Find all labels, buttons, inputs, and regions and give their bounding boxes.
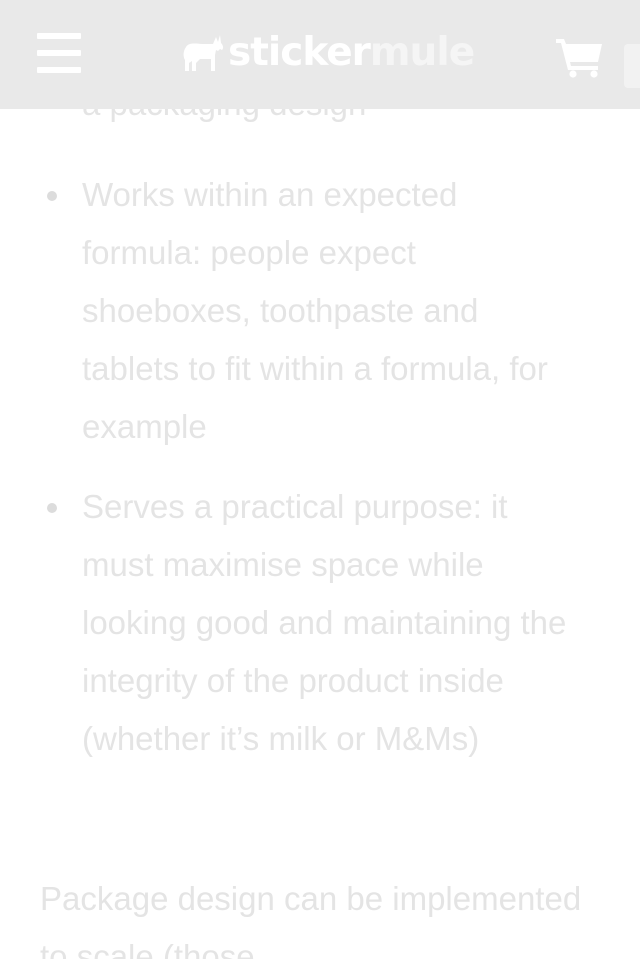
bullet-text: Works within an expected formula: people… bbox=[82, 176, 548, 445]
site-logo[interactable]: stickermule bbox=[180, 27, 475, 79]
brand-part-1: sticker bbox=[228, 30, 371, 75]
bullet-dot bbox=[47, 503, 57, 513]
list-item: Works within an expected formula: people… bbox=[0, 166, 640, 456]
bullet-dot bbox=[47, 191, 57, 201]
brand-part-2: mule bbox=[369, 30, 475, 75]
mule-logo-icon bbox=[183, 35, 224, 71]
site-header: stickermule bbox=[0, 0, 640, 109]
edge-tab[interactable] bbox=[624, 44, 640, 88]
list-item: Serves a practical purpose: it must maxi… bbox=[0, 478, 640, 768]
bullet-list: Works within an expected formula: people… bbox=[0, 166, 640, 790]
brand-wordmark: stickermule bbox=[228, 27, 475, 79]
article-body: a packaging design Works within an expec… bbox=[0, 0, 640, 959]
bullet-text: Serves a practical purpose: it must maxi… bbox=[82, 488, 567, 757]
article-paragraph: Package design can be implemented to sca… bbox=[40, 880, 582, 959]
hamburger-menu-icon[interactable] bbox=[37, 33, 81, 73]
shopping-cart-icon[interactable] bbox=[556, 36, 604, 78]
